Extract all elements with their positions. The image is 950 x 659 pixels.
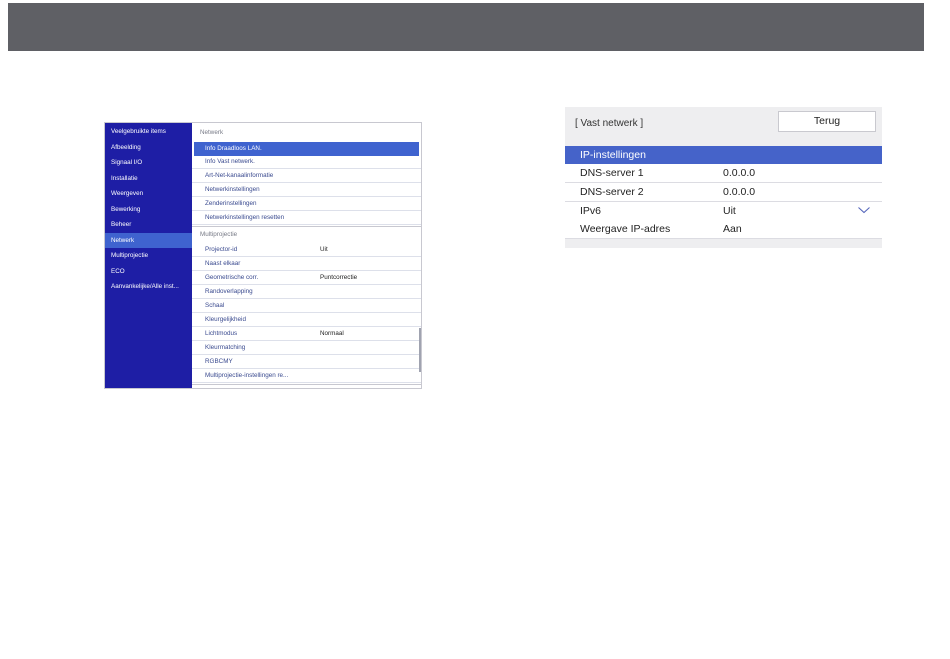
menu-row-value: Uit bbox=[320, 246, 328, 253]
menu-row-info-vast-netwerk[interactable]: Info Vast netwerk. bbox=[192, 155, 421, 169]
menu-sidebar: Veelgebruikte items Afbeelding Signaal I… bbox=[105, 123, 192, 388]
setting-label: DNS-server 2 bbox=[580, 186, 644, 198]
section-heading-netwerk: Netwerk bbox=[200, 129, 224, 136]
menu-row-label: Randoverlapping bbox=[205, 288, 253, 295]
menu-row-label: Kleurmatching bbox=[205, 344, 246, 351]
setting-label: DNS-server 1 bbox=[580, 167, 644, 179]
menu-row-value: Puntcorrectie bbox=[320, 274, 358, 281]
menu-row-netwerkinstellingen-resetten[interactable]: Netwerkinstellingen resetten bbox=[192, 211, 421, 225]
menu-row-zenderinstellingen[interactable]: Zenderinstellingen bbox=[192, 197, 421, 211]
menu-row-schaal[interactable]: Schaal bbox=[192, 299, 421, 313]
setting-label: IP-instellingen bbox=[580, 149, 646, 161]
chevron-down-icon[interactable] bbox=[857, 205, 871, 215]
setting-label: IPv6 bbox=[580, 205, 602, 217]
menu-row-randoverlapping[interactable]: Randoverlapping bbox=[192, 285, 421, 299]
menu-content: Netwerk Info Draadloos LAN. Info Vast ne… bbox=[192, 123, 421, 388]
sidebar-item-eco[interactable]: ECO bbox=[105, 264, 192, 279]
menu-row-geometrische-corr[interactable]: Geometrische corr. Puntcorrectie bbox=[192, 271, 421, 285]
menu-row-label: Lichtmodus bbox=[205, 330, 238, 337]
menu-row-naast-elkaar[interactable]: Naast elkaar bbox=[192, 257, 421, 271]
sidebar-item-beheer[interactable]: Beheer bbox=[105, 217, 192, 232]
menu-row-label: RGBCMY bbox=[205, 358, 233, 365]
wired-network-panel: [ Vast netwerk ] Terug IP-instellingen D… bbox=[565, 107, 882, 248]
menu-bottom-divider bbox=[192, 384, 421, 385]
setting-value: Aan bbox=[723, 223, 742, 235]
section-heading-multiprojectie: Multiprojectie bbox=[192, 226, 421, 241]
sidebar-item-aanvankelijke-alle-instellingen[interactable]: Aanvankelijke/Alle inst... bbox=[105, 279, 192, 294]
menu-row-label: Projector-id bbox=[205, 246, 238, 253]
projector-menu: Veelgebruikte items Afbeelding Signaal I… bbox=[104, 122, 422, 389]
setting-row-ipv6[interactable]: IPv6 Uit bbox=[565, 202, 882, 221]
back-button[interactable]: Terug bbox=[778, 111, 876, 132]
header-bar bbox=[8, 3, 924, 51]
setting-row-dns-server-2[interactable]: DNS-server 2 0.0.0.0 bbox=[565, 183, 882, 202]
menu-row-rgbcmy[interactable]: RGBCMY bbox=[192, 355, 421, 369]
menu-row-label: Geometrische corr. bbox=[205, 274, 259, 281]
sidebar-item-afbeelding[interactable]: Afbeelding bbox=[105, 140, 192, 155]
sidebar-item-netwerk[interactable]: Netwerk bbox=[105, 233, 192, 248]
setting-value: 0.0.0.0 bbox=[723, 186, 756, 198]
setting-row-ip-instellingen[interactable]: IP-instellingen bbox=[565, 146, 882, 165]
menu-row-projector-id[interactable]: Projector-id Uit bbox=[192, 243, 421, 257]
menu-scrollbar[interactable] bbox=[419, 328, 421, 372]
sidebar-item-multiprojectie[interactable]: Multiprojectie bbox=[105, 248, 192, 263]
menu-row-label: Schaal bbox=[205, 302, 225, 309]
sidebar-item-veelgebruikte-items[interactable]: Veelgebruikte items bbox=[105, 124, 192, 139]
menu-row-label: Kleurgelijkheid bbox=[205, 316, 246, 323]
setting-value: Uit bbox=[723, 205, 736, 217]
setting-row-weergave-ip-adres[interactable]: Weergave IP-adres Aan bbox=[565, 220, 882, 239]
menu-row-art-net-kanaalinformatie[interactable]: Art-Net-kanaalinformatie bbox=[192, 169, 421, 183]
sidebar-item-installatie[interactable]: Installatie bbox=[105, 171, 192, 186]
menu-row-netwerkinstellingen[interactable]: Netwerkinstellingen bbox=[192, 183, 421, 197]
sidebar-item-signaal-io[interactable]: Signaal I/O bbox=[105, 155, 192, 170]
menu-row-value: Normaal bbox=[320, 330, 344, 337]
sidebar-item-bewerking[interactable]: Bewerking bbox=[105, 202, 192, 217]
setting-value: 0.0.0.0 bbox=[723, 167, 756, 179]
menu-row-multiprojectie-instellingen-resetten[interactable]: Multiprojectie-instellingen re... bbox=[192, 369, 421, 383]
menu-row-info-draadloos-lan[interactable]: Info Draadloos LAN. bbox=[194, 142, 419, 156]
setting-label: Weergave IP-adres bbox=[580, 223, 671, 235]
panel-title: [ Vast netwerk ] bbox=[575, 118, 644, 129]
sidebar-item-weergeven[interactable]: Weergeven bbox=[105, 186, 192, 201]
menu-row-kleurmatching[interactable]: Kleurmatching bbox=[192, 341, 421, 355]
menu-row-label: Naast elkaar bbox=[205, 260, 241, 267]
setting-row-dns-server-1[interactable]: DNS-server 1 0.0.0.0 bbox=[565, 164, 882, 183]
menu-row-lichtmodus[interactable]: Lichtmodus Normaal bbox=[192, 327, 421, 341]
menu-row-label: Multiprojectie-instellingen re... bbox=[205, 372, 289, 379]
menu-row-kleurgelijkheid[interactable]: Kleurgelijkheid bbox=[192, 313, 421, 327]
